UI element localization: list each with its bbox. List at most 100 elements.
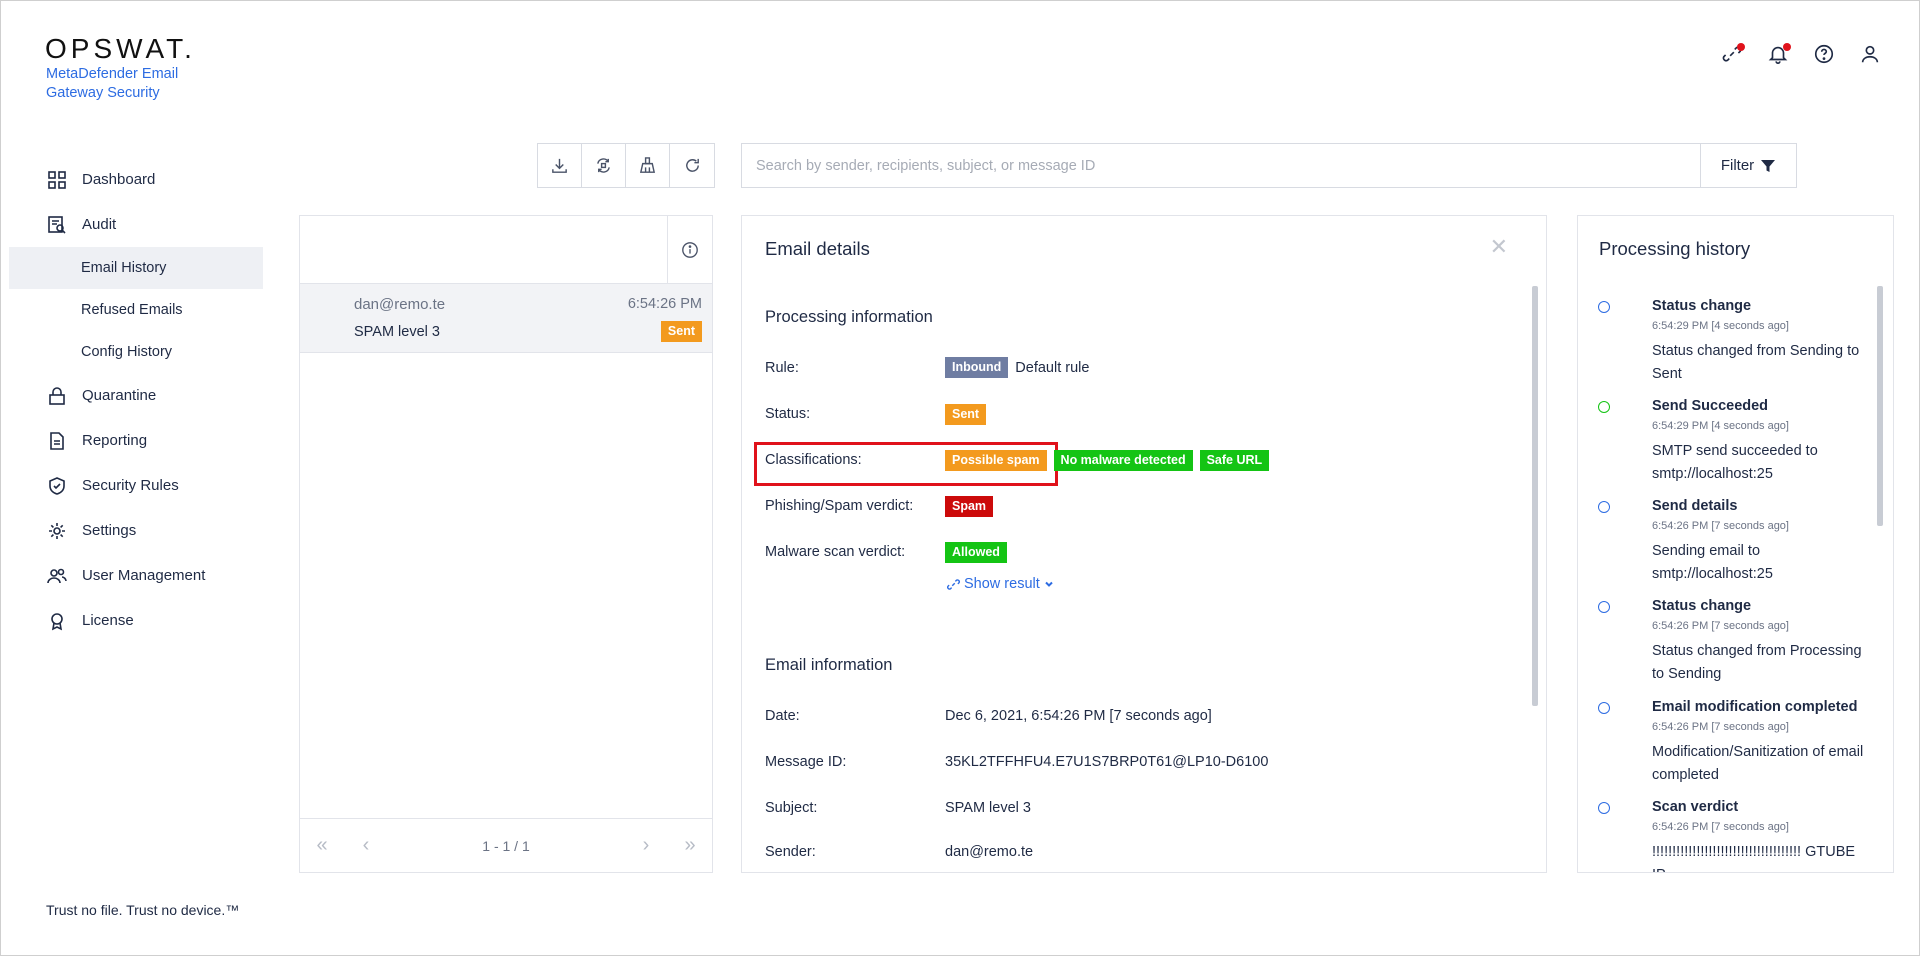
sidebar-item-security-rules[interactable]: Security Rules: [1, 463, 266, 508]
info-button[interactable]: [667, 216, 712, 284]
link-notifications-button[interactable]: [1719, 41, 1745, 67]
refresh-icon: [685, 158, 699, 172]
sidebar-item-audit[interactable]: Audit: [1, 202, 266, 247]
history-item-desc: Status changed from Sending to Sent: [1652, 343, 1860, 382]
notifications-button[interactable]: [1765, 41, 1791, 67]
email-subject: SPAM level 3: [354, 324, 440, 340]
history-item-time: 6:54:26 PM [7 seconds ago]: [1652, 520, 1789, 532]
sidebar-item-settings[interactable]: Settings: [1, 508, 266, 553]
last-page-button[interactable]: »: [668, 819, 712, 873]
help-button[interactable]: [1811, 41, 1837, 67]
subject-value: SPAM level 3: [945, 800, 1031, 816]
details-title: Email details: [765, 238, 870, 259]
sidebar-item-label: Audit: [82, 216, 117, 233]
timeline-dot: [1598, 802, 1610, 814]
sender-label: Sender:: [765, 844, 816, 860]
list-toolbar: [537, 143, 715, 188]
resend-button[interactable]: [582, 144, 626, 187]
sidebar-item-label: Dashboard: [82, 171, 156, 188]
filter-button[interactable]: Filter: [1700, 144, 1796, 187]
audit-icon: [47, 215, 67, 235]
sidebar-item-dashboard[interactable]: Dashboard: [1, 157, 266, 202]
details-scrollbar[interactable]: [1532, 286, 1538, 706]
classifications-label: Classifications:: [765, 452, 862, 468]
sidebar-item-license[interactable]: License: [1, 598, 266, 643]
sender-value: dan@remo.te: [945, 844, 1034, 860]
list-item[interactable]: dan@remo.te 6:54:26 PM SPAM level 3 Sent: [300, 284, 712, 353]
history-scrollbar[interactable]: [1877, 286, 1883, 526]
history-item-time: 6:54:26 PM [7 seconds ago]: [1652, 721, 1789, 733]
product-name[interactable]: MetaDefender Email Gateway Security: [46, 65, 216, 103]
allowed-badge: Allowed: [945, 542, 1007, 563]
footer-tagline: Trust no file. Trust no device.™: [46, 902, 240, 918]
show-result-link[interactable]: Show result: [946, 576, 1055, 592]
malware-verdict-label: Malware scan verdict:: [765, 544, 906, 560]
timeline-dot: [1598, 501, 1610, 513]
history-item-time: 6:54:29 PM [4 seconds ago]: [1652, 420, 1789, 432]
safe-url-badge: Safe URL: [1199, 450, 1270, 471]
sidebar-item-user-management[interactable]: User Management: [1, 553, 266, 598]
history-item-title: Send Succeeded: [1652, 398, 1769, 414]
timeline-dot: [1598, 301, 1610, 313]
lock-icon: [47, 386, 67, 406]
prev-page-button[interactable]: ‹: [344, 819, 388, 873]
opswat-logo[interactable]: OPSWAT.: [45, 33, 196, 65]
history-item-title: Scan verdict: [1652, 799, 1739, 815]
user-icon: [1861, 45, 1879, 63]
export-button[interactable]: [538, 144, 582, 187]
spam-badge: Spam: [945, 496, 994, 517]
first-page-button[interactable]: «: [300, 819, 344, 873]
close-icon[interactable]: ✕: [1490, 234, 1508, 260]
sidebar-item-quarantine[interactable]: Quarantine: [1, 373, 266, 418]
status-label: Status:: [765, 406, 811, 422]
sidebar-item-refused-emails[interactable]: Refused Emails: [1, 289, 266, 331]
history-item-desc: Sending email to smtp://localhost:25: [1652, 543, 1773, 582]
phishing-verdict-value: Spam: [945, 496, 994, 517]
sidebar-item-label: User Management: [82, 567, 206, 584]
search-input[interactable]: [742, 144, 1700, 187]
notification-dot: [1783, 43, 1791, 51]
report-icon: [47, 431, 67, 451]
link-icon: [947, 578, 960, 590]
history-item-title: Email modification completed: [1652, 699, 1858, 715]
award-icon: [47, 611, 67, 631]
pagination-label: 1 - 1 / 1: [482, 837, 530, 854]
malware-verdict-value: Allowed: [945, 542, 1007, 563]
sidebar-item-label: Quarantine: [82, 387, 157, 404]
history-item-desc: SMTP send succeeded to smtp://localhost:…: [1652, 443, 1818, 482]
date-value: Dec 6, 2021, 6:54:26 PM [7 seconds ago]: [945, 708, 1212, 724]
sidebar-item-label: Settings: [82, 522, 137, 539]
header-actions: [1719, 41, 1883, 67]
timeline-dot: [1598, 401, 1610, 413]
date-label: Date:: [765, 708, 800, 724]
user-profile-button[interactable]: [1857, 41, 1883, 67]
app-frame: OPSWAT. MetaDefender Email Gateway Secur…: [0, 0, 1920, 956]
sidebar-item-reporting[interactable]: Reporting: [1, 418, 266, 463]
processing-info-title: Processing information: [765, 308, 933, 326]
filter-icon: [1761, 159, 1776, 172]
history-item-desc: Status changed from Processing to Sendin…: [1652, 643, 1862, 682]
sidebar-item-label: Reporting: [82, 432, 148, 449]
help-icon: [1814, 44, 1834, 64]
history-item-time: 6:54:26 PM [7 seconds ago]: [1652, 821, 1789, 833]
sidebar-item-config-history[interactable]: Config History: [1, 331, 266, 373]
sidebar-item-label: Security Rules: [82, 477, 179, 494]
no-malware-badge: No malware detected: [1053, 450, 1193, 471]
chevron-down-icon: [1045, 581, 1053, 587]
gear-icon: [47, 521, 67, 541]
refresh-button[interactable]: [670, 144, 714, 187]
cleanup-button[interactable]: [626, 144, 670, 187]
message-id-label: Message ID:: [765, 754, 847, 770]
sidebar-item-label: License: [82, 612, 134, 629]
processing-history-panel: Processing history Status change 6:54:29…: [1577, 215, 1894, 873]
email-time: 6:54:26 PM: [627, 296, 702, 312]
sidebar-item-email-history[interactable]: Email History: [9, 247, 263, 289]
rule-label: Rule:: [765, 360, 799, 376]
history-item-title: Status change: [1652, 598, 1752, 614]
email-info-title: Email information: [765, 656, 893, 674]
classifications-value: Possible spam No malware detected Safe U…: [945, 450, 1270, 471]
email-details-panel: Email details ✕ Processing information R…: [741, 215, 1547, 873]
status-value: Sent: [945, 404, 987, 425]
next-page-button[interactable]: ›: [624, 819, 668, 873]
filter-label: Filter: [1720, 157, 1755, 174]
